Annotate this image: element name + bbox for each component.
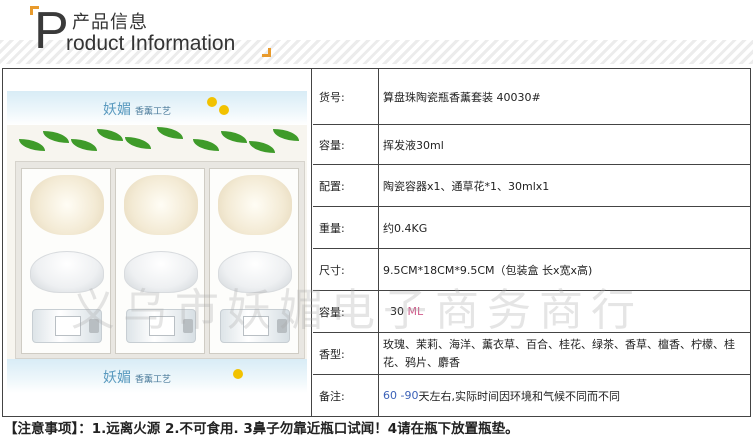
box-compartment bbox=[21, 168, 111, 354]
leaf-icon bbox=[273, 129, 299, 141]
bottle-label bbox=[55, 316, 81, 336]
banner-brand: 妖媚 bbox=[103, 370, 131, 386]
leaf-icon bbox=[71, 139, 97, 151]
box-compartment bbox=[209, 168, 299, 354]
photo-banner-bottom: 妖媚 香薰工艺 bbox=[7, 359, 307, 393]
flower-icon bbox=[207, 97, 217, 107]
leaf-icon bbox=[97, 129, 123, 141]
bottle-cap bbox=[89, 319, 99, 333]
spec-table: 货号: 算盘珠陶瓷瓶香薰套装 40030# 容量: 挥发液30ml 配置: 陶瓷… bbox=[313, 69, 750, 416]
sola-flower bbox=[218, 175, 292, 235]
ceramic-shell-container bbox=[124, 251, 198, 293]
corner-bracket-bottom-right bbox=[262, 48, 271, 57]
spec-label: 容量: bbox=[313, 125, 379, 164]
remark-text: 天左右,实际时间因环境和气候不同而不同 bbox=[418, 389, 620, 403]
leaf-icon bbox=[43, 131, 69, 143]
leaf-icon bbox=[193, 139, 219, 151]
header-cn-title: 产品信息 bbox=[72, 12, 148, 33]
product-photo: 妖媚 香薰工艺 妖媚 香薰工艺 bbox=[7, 91, 307, 393]
reed-oil-bottle bbox=[32, 309, 102, 343]
photo-banner-text: 妖媚 香薰工艺 bbox=[103, 99, 171, 119]
banner-brand: 妖媚 bbox=[103, 102, 131, 118]
spec-row-capacity: 容量: 挥发液30ml bbox=[313, 125, 750, 165]
remark-days: 60 -90 bbox=[383, 389, 419, 402]
sola-flower bbox=[124, 175, 198, 235]
reed-oil-bottle bbox=[126, 309, 196, 343]
leaf-icon bbox=[221, 131, 247, 143]
flower-icon bbox=[233, 369, 243, 379]
leaf-icon bbox=[249, 141, 275, 153]
volume-number: 30 bbox=[383, 305, 408, 318]
spec-row-weight: 重量: 约0.4KG bbox=[313, 207, 750, 249]
bottle-cap bbox=[277, 319, 287, 333]
leaf-icon bbox=[157, 127, 183, 139]
spec-row-item-no: 货号: 算盘珠陶瓷瓶香薰套装 40030# bbox=[313, 69, 750, 125]
sola-flower bbox=[30, 175, 104, 235]
spec-value: 约0.4KG bbox=[383, 221, 428, 235]
spec-label: 容量: bbox=[313, 291, 379, 332]
spec-row-volume: 容量: 30 ML bbox=[313, 291, 750, 333]
spec-row-configuration: 配置: 陶瓷容器x1、通草花*1、30mlx1 bbox=[313, 165, 750, 207]
volume-unit: ML bbox=[407, 305, 424, 318]
bottle-cap bbox=[183, 319, 193, 333]
spec-value: 30 ML bbox=[379, 291, 750, 332]
spec-label: 备注: bbox=[313, 375, 379, 416]
header-initial: P bbox=[34, 2, 69, 60]
spec-label: 货号: bbox=[313, 69, 379, 124]
spec-row-remark: 备注: 60 -90 天左右,实际时间因环境和气候不同而不同 bbox=[313, 375, 750, 416]
spec-row-scent: 香型: 玫瑰、茉莉、海洋、薰衣草、百合、桂花、绿茶、香草、檀香、柠檬、桂花、鸦片… bbox=[313, 333, 750, 375]
bottle-label bbox=[149, 316, 175, 336]
spec-row-size: 尺寸: 9.5CM*18CM*9.5CM（包装盒 长x宽x高) bbox=[313, 249, 750, 291]
spec-label: 配置: bbox=[313, 165, 379, 206]
spec-value: 算盘珠陶瓷瓶香薰套装 40030# bbox=[383, 90, 541, 104]
notice-text: 【注意事项】：1.远离火源 2.不可食用. 3鼻子勿靠近瓶口试闻！4请在瓶下放置… bbox=[4, 421, 519, 437]
box-compartment bbox=[115, 168, 205, 354]
ceramic-shell-container bbox=[30, 251, 104, 293]
banner-sub: 香薰工艺 bbox=[135, 107, 172, 117]
flower-icon bbox=[219, 105, 229, 115]
section-header: P 产品信息 roduct Information bbox=[0, 0, 753, 68]
ceramic-shell-container bbox=[218, 251, 292, 293]
spec-value: 挥发液30ml bbox=[383, 138, 444, 152]
bottle-label bbox=[243, 316, 269, 336]
spec-label: 尺寸: bbox=[313, 249, 379, 290]
spec-value: 玫瑰、茉莉、海洋、薰衣草、百合、桂花、绿茶、香草、檀香、柠檬、桂花、鸦片、麝香 bbox=[383, 337, 735, 369]
banner-sub: 香薰工艺 bbox=[135, 375, 172, 385]
leaf-icon bbox=[19, 139, 45, 151]
gift-box bbox=[15, 161, 305, 359]
spec-value: 9.5CM*18CM*9.5CM（包装盒 长x宽x高) bbox=[383, 263, 593, 277]
spec-label: 香型: bbox=[313, 333, 379, 374]
product-info-frame: 妖媚 香薰工艺 妖媚 香薰工艺 货号: 算盘珠陶瓷瓶香薰套装 40030# 容量… bbox=[2, 68, 751, 417]
spec-value: 60 -90 天左右,实际时间因环境和气候不同而不同 bbox=[379, 375, 750, 416]
reed-oil-bottle bbox=[220, 309, 290, 343]
leaves-decoration bbox=[7, 125, 307, 165]
spec-value: 陶瓷容器x1、通草花*1、30mlx1 bbox=[383, 179, 550, 193]
spec-label: 重量: bbox=[313, 207, 379, 248]
header-en-title: roduct Information bbox=[66, 32, 236, 55]
photo-banner-text-bottom: 妖媚 香薰工艺 bbox=[103, 367, 171, 387]
photo-banner-top: 妖媚 香薰工艺 bbox=[7, 91, 307, 125]
leaf-icon bbox=[125, 137, 151, 149]
product-photo-cell: 妖媚 香薰工艺 妖媚 香薰工艺 bbox=[3, 69, 312, 416]
